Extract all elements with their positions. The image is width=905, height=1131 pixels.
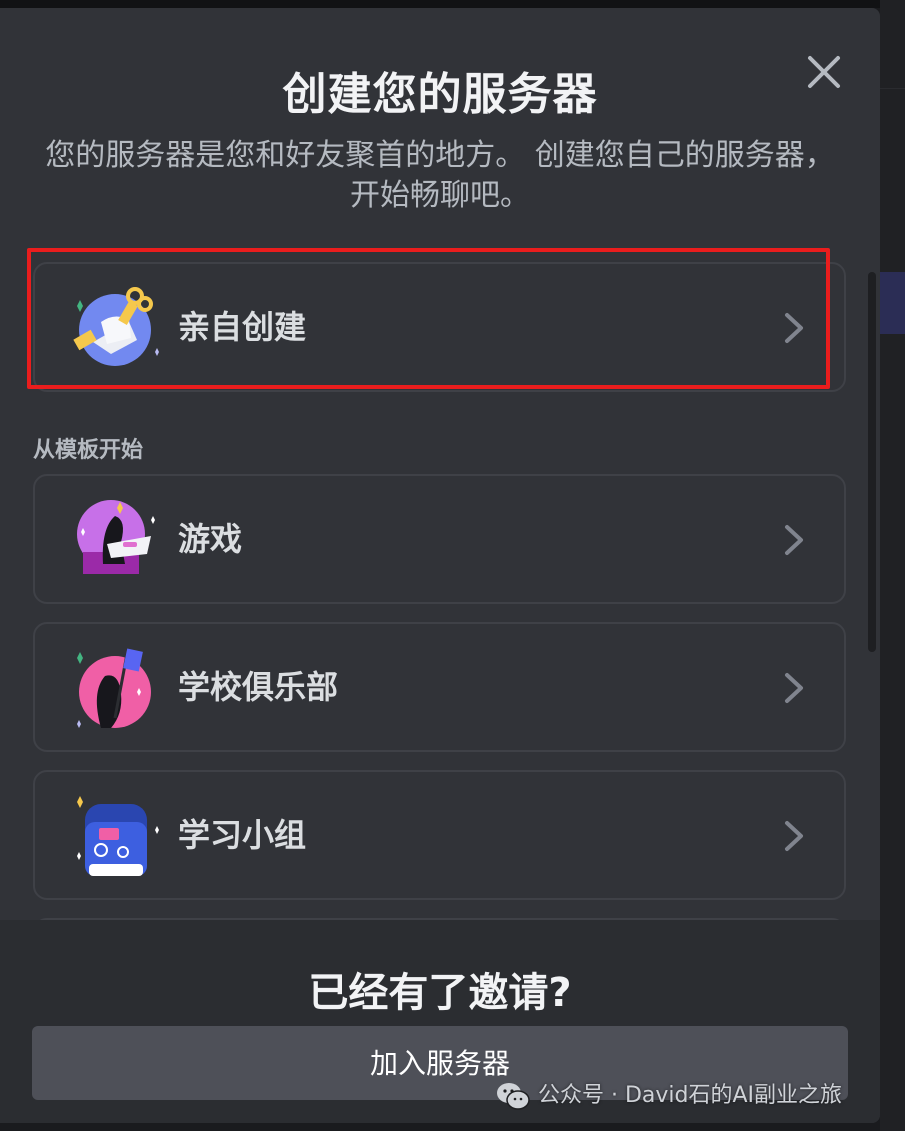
key-hand-icon (71, 282, 161, 372)
backdrop-selected-channel (880, 272, 905, 334)
template-study-group-label: 学习小组 (178, 816, 307, 854)
watermark: 公众号 · David石的AI副业之旅 (496, 1078, 842, 1114)
invite-question: 已经有了邀请? (308, 970, 572, 1016)
chevron-right-icon (779, 819, 809, 853)
gaming-icon (71, 494, 161, 584)
create-own-label: 亲自创建 (178, 308, 307, 346)
chevron-right-icon (779, 311, 809, 345)
options-list: 亲自创建 从模板开始 游戏 学校俱乐部 学习小组 (0, 248, 880, 920)
create-own-option[interactable]: 亲自创建 (33, 262, 846, 392)
modal-title: 创建您的服务器 (282, 69, 598, 120)
template-section-header: 从模板开始 (33, 438, 144, 463)
create-server-modal: 创建您的服务器 您的服务器是您和好友聚首的地方。 创建您自己的服务器，开始畅聊吧… (0, 8, 880, 1123)
school-club-icon (71, 642, 161, 732)
backdrop-divider (880, 88, 905, 89)
template-school-club-option[interactable]: 学校俱乐部 (33, 622, 846, 752)
watermark-text: 公众号 · David石的AI副业之旅 (538, 1083, 843, 1108)
template-study-group-option[interactable]: 学习小组 (33, 770, 846, 900)
template-gaming-option[interactable]: 游戏 (33, 474, 846, 604)
modal-subtitle: 您的服务器是您和好友聚首的地方。 创建您自己的服务器，开始畅聊吧。 (45, 138, 835, 213)
chevron-right-icon (779, 523, 809, 557)
template-school-club-label: 学校俱乐部 (178, 668, 339, 706)
wechat-icon (497, 1083, 530, 1110)
chevron-right-icon (779, 671, 809, 705)
backdrop-top-strip (0, 0, 905, 8)
backdrop-right-panel (880, 0, 905, 1131)
study-group-backpack-icon (71, 790, 161, 880)
options-scrollbar[interactable] (868, 272, 876, 652)
template-gaming-label: 游戏 (178, 520, 243, 558)
